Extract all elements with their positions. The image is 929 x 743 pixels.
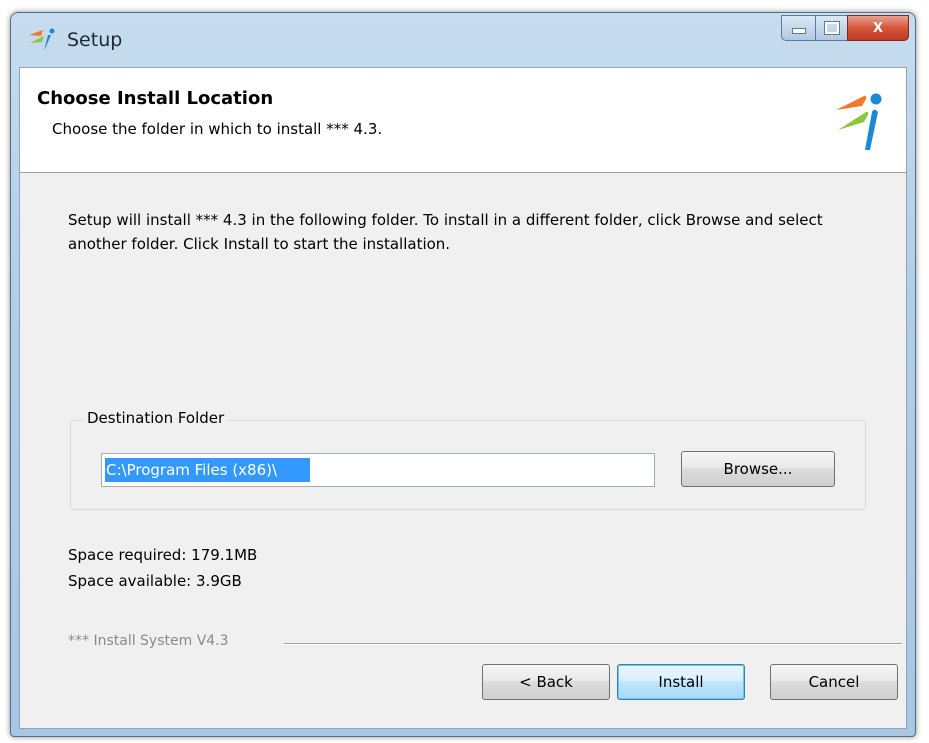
setup-window: Setup X Choose Install Location Choose t… bbox=[10, 12, 916, 737]
space-required: Space required: 179.1MB bbox=[68, 546, 258, 564]
maximize-button[interactable] bbox=[815, 15, 847, 41]
close-icon: X bbox=[872, 20, 884, 36]
destination-folder-label: Destination Folder bbox=[83, 409, 229, 427]
back-button[interactable]: < Back bbox=[482, 664, 610, 700]
destination-folder-group: Destination Folder Browse... bbox=[70, 409, 866, 510]
branding-text: *** Install System V4.3 bbox=[68, 633, 229, 649]
product-logo-icon bbox=[836, 93, 882, 150]
title-bar[interactable]: Setup X bbox=[11, 13, 915, 67]
window-title: Setup bbox=[67, 29, 123, 51]
minimize-icon bbox=[791, 28, 806, 34]
page-title: Choose Install Location bbox=[37, 88, 274, 109]
space-available: Space available: 3.9GB bbox=[68, 572, 242, 590]
destination-path-input[interactable] bbox=[105, 458, 310, 482]
header-panel: Choose Install Location Choose the folde… bbox=[20, 68, 906, 173]
window-controls: X bbox=[781, 15, 909, 41]
intro-text: Setup will install *** 4.3 in the follow… bbox=[68, 211, 823, 253]
maximize-icon bbox=[823, 21, 840, 35]
destination-field-box[interactable] bbox=[101, 453, 655, 487]
minimize-button[interactable] bbox=[781, 15, 815, 41]
browse-button[interactable]: Browse... bbox=[681, 451, 835, 487]
install-button[interactable]: Install bbox=[617, 664, 745, 700]
page-subtitle: Choose the folder in which to install **… bbox=[52, 120, 383, 138]
cancel-button[interactable]: Cancel bbox=[770, 664, 898, 700]
close-button[interactable]: X bbox=[847, 15, 909, 41]
setup-logo-icon bbox=[29, 28, 55, 51]
divider bbox=[284, 643, 902, 645]
dialog-body: Choose Install Location Choose the folde… bbox=[19, 67, 907, 729]
